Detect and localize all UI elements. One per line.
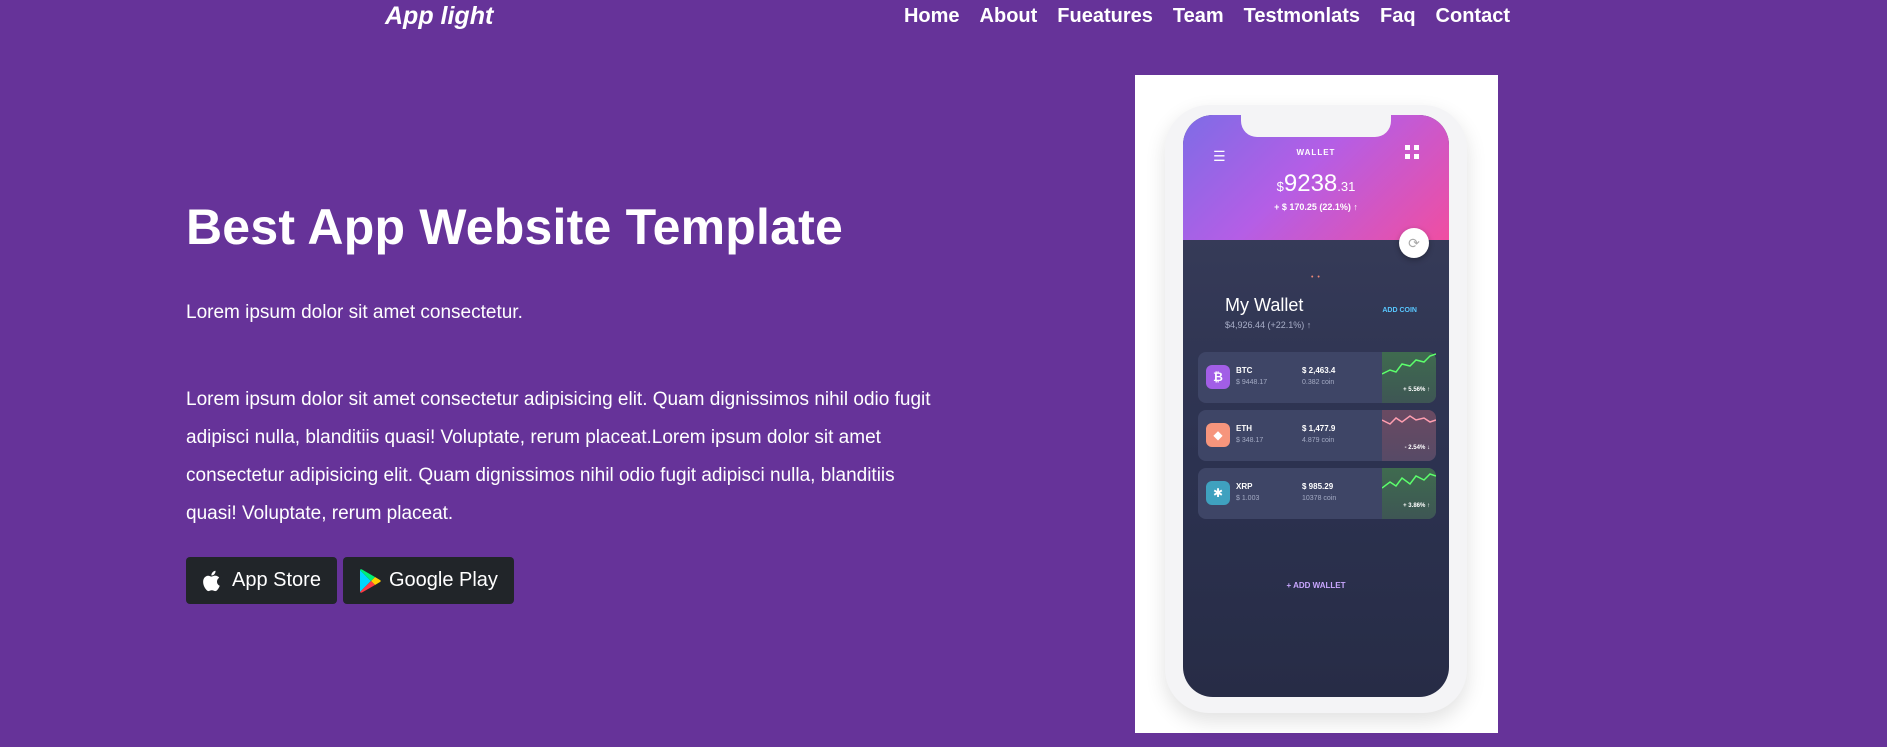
coin-row-btc: ₿ BTC $ 9448.17 $ 2,463.4 0.382 coin + 5… bbox=[1198, 352, 1437, 403]
balance-change: + $ 170.25 (22.1%) ↑ bbox=[1274, 202, 1358, 212]
hero-title: Best App Website Template bbox=[186, 199, 843, 255]
nav-faq[interactable]: Faq bbox=[1380, 5, 1416, 28]
app-store-label: App Store bbox=[232, 569, 321, 591]
phone-mockup-image: ☰ WALLET $9238.31 + $ 170.25 (22.1%) ↑ ⟳… bbox=[1135, 75, 1498, 733]
nav-team[interactable]: Team bbox=[1173, 5, 1224, 28]
my-wallet-sub: $4,926.44 (+22.1%) ↑ bbox=[1225, 320, 1312, 330]
nav-about[interactable]: About bbox=[980, 5, 1038, 28]
eth-sparkline: - 2.54% ↓ bbox=[1381, 410, 1437, 461]
btc-sparkline: + 5.56% ↑ bbox=[1381, 352, 1437, 403]
hero-body: Lorem ipsum dolor sit amet consectetur a… bbox=[186, 389, 931, 524]
hero-lead: Lorem ipsum dolor sit amet consectetur. bbox=[186, 302, 523, 323]
wallet-balance: $9238.31 bbox=[1276, 170, 1356, 197]
store-buttons: App Store Google Play bbox=[186, 557, 946, 604]
brand-logo[interactable]: App light bbox=[385, 2, 493, 31]
google-play-button[interactable]: Google Play bbox=[342, 557, 514, 604]
coin-row-eth: ◆ ETH $ 348.17 $ 1,477.9 4.879 coin - 2.… bbox=[1198, 410, 1437, 461]
phone-frame: ☰ WALLET $9238.31 + $ 170.25 (22.1%) ↑ ⟳… bbox=[1165, 105, 1467, 713]
bitcoin-icon: ₿ bbox=[1206, 365, 1230, 389]
my-wallet-title: My Wallet bbox=[1225, 295, 1304, 315]
ethereum-icon: ◆ bbox=[1206, 423, 1230, 447]
google-play-icon bbox=[359, 568, 381, 593]
main-nav: Home About Fueatures Team Testmonlats Fa… bbox=[904, 5, 1510, 28]
apple-icon bbox=[202, 569, 224, 593]
nav-contact[interactable]: Contact bbox=[1436, 5, 1510, 28]
phone-screen: ☰ WALLET $9238.31 + $ 170.25 (22.1%) ↑ ⟳… bbox=[1183, 115, 1449, 697]
add-coin-label: ADD COIN bbox=[1382, 307, 1417, 314]
app-store-button[interactable]: App Store bbox=[186, 557, 337, 604]
refresh-icon: ⟳ bbox=[1399, 228, 1429, 258]
coin-row-xrp: ✱ XRP $ 1.003 $ 985.29 10378 coin + 3.86… bbox=[1198, 468, 1437, 519]
hero-section: Best App Website Template Lorem ipsum do… bbox=[186, 198, 946, 604]
carousel-dots: • • bbox=[1311, 274, 1321, 281]
nav-testimonials[interactable]: Testmonlats bbox=[1244, 5, 1360, 28]
nav-features[interactable]: Fueatures bbox=[1057, 5, 1153, 28]
nav-home[interactable]: Home bbox=[904, 5, 960, 28]
xrp-sparkline: + 3.86% ↑ bbox=[1381, 468, 1437, 519]
google-play-label: Google Play bbox=[388, 569, 498, 591]
ripple-icon: ✱ bbox=[1206, 481, 1230, 505]
qr-code-icon bbox=[1405, 145, 1419, 159]
phone-notch bbox=[1241, 115, 1391, 137]
add-wallet-label: + ADD WALLET bbox=[1286, 581, 1346, 590]
